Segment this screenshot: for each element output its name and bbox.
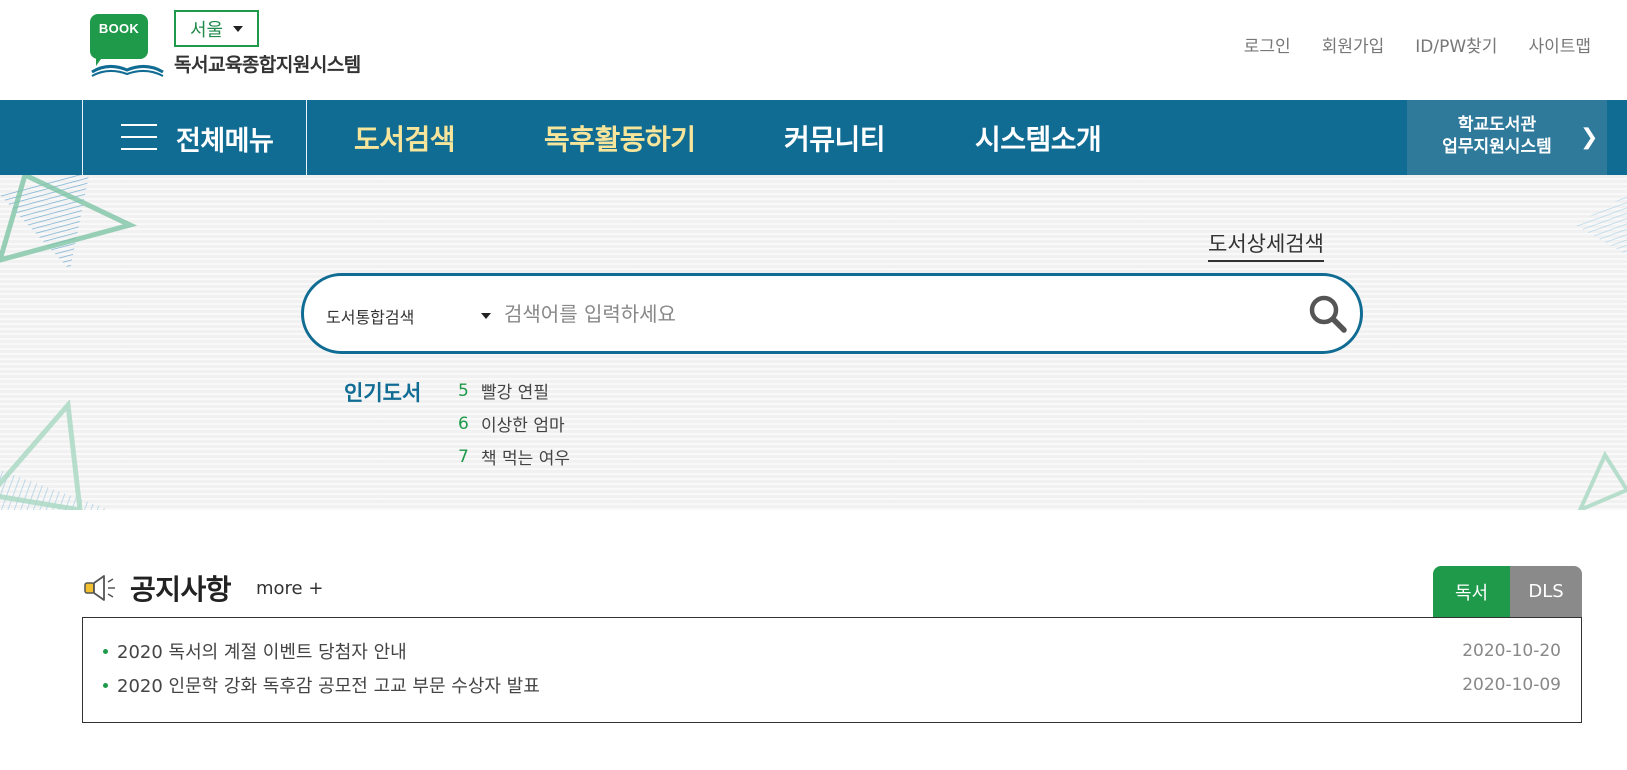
search-input[interactable]	[504, 294, 1244, 334]
notice-item[interactable]: 2020 인문학 강화 독후감 공모전 고교 부문 수상자 발표 2020-10…	[103, 670, 1561, 700]
notice-item[interactable]: 2020 독서의 계절 이벤트 당첨자 안내 2020-10-20	[103, 636, 1561, 666]
notice-item-title: 2020 독서의 계절 이벤트 당첨자 안내	[103, 638, 407, 664]
school-btn-line1: 학교도서관	[1457, 115, 1537, 135]
book-title: 책 먹는 여우	[481, 449, 571, 469]
region-select[interactable]: 서울	[174, 10, 259, 47]
search-section: 도서상세검색 도서통합검색 인기도서 5 빨강 연필 6 이상한 엄마 7 책 …	[0, 175, 1627, 510]
notice-item-date: 2020-10-09	[1462, 675, 1561, 695]
decor-triangle-top-right	[1575, 195, 1627, 255]
notice-item-title: 2020 인문학 강화 독후감 공모전 고교 부문 수상자 발표	[103, 672, 540, 698]
site-title: 독서교육종합지원시스템	[174, 54, 361, 76]
logo-text: BOOK	[98, 21, 140, 36]
megaphone-icon	[84, 575, 115, 601]
notice-more-link[interactable]: more +	[256, 578, 323, 599]
school-library-system-button[interactable]: 학교도서관 업무지원시스템 ❯	[1407, 100, 1607, 175]
popular-heading-text: 인기도서	[344, 381, 422, 405]
search-bar: 도서통합검색	[301, 273, 1363, 354]
notice-list: 2020 독서의 계절 이벤트 당첨자 안내 2020-10-20 2020 인…	[82, 617, 1582, 723]
notice-heading: 공지사항	[84, 568, 232, 608]
bullet-icon	[103, 648, 108, 654]
signup-link[interactable]: 회원가입	[1322, 32, 1385, 57]
region-label: 서울	[189, 19, 224, 41]
decor-triangle-top-left	[0, 175, 138, 270]
book-title: 이상한 엄마	[481, 416, 565, 436]
school-library-system-label: 학교도서관 업무지원시스템	[1407, 114, 1587, 158]
decor-triangle-bottom-left	[0, 400, 110, 510]
popular-book-item[interactable]: 7 책 먹는 여우	[458, 440, 570, 473]
all-menu-label: 전체메뉴	[176, 126, 274, 157]
nav-item-system-intro[interactable]: 시스템소개	[975, 118, 1102, 158]
utility-links: 로그인 회원가입 ID/PW찾기 사이트맵	[1244, 32, 1591, 57]
sitemap-link[interactable]: 사이트맵	[1528, 32, 1591, 57]
bullet-icon	[103, 682, 108, 688]
notice-item-text: 2020 인문학 강화 독후감 공모전 고교 부문 수상자 발표	[117, 676, 540, 697]
tab-reading[interactable]: 독서	[1433, 566, 1510, 617]
decor-triangle-bottom-right	[1577, 450, 1627, 510]
notice-title: 공지사항	[130, 573, 232, 606]
popular-book-item[interactable]: 6 이상한 엄마	[458, 407, 570, 440]
school-btn-line2: 업무지원시스템	[1442, 137, 1552, 157]
login-link[interactable]: 로그인	[1244, 32, 1291, 57]
popular-books-list: 5 빨강 연필 6 이상한 엄마 7 책 먹는 여우	[458, 374, 570, 473]
search-type-select[interactable]: 도서통합검색	[326, 303, 491, 329]
popular-book-item[interactable]: 5 빨강 연필	[458, 374, 570, 407]
caret-down-icon	[233, 25, 244, 32]
detailed-search-link[interactable]: 도서상세검색	[1208, 228, 1324, 262]
rank-number: 7	[458, 446, 469, 467]
notice-item-text: 2020 독서의 계절 이벤트 당첨자 안내	[117, 642, 407, 663]
search-type-value: 도서통합검색	[326, 308, 415, 327]
popular-books-heading: 인기도서	[344, 377, 421, 407]
tab-dls[interactable]: DLS	[1510, 566, 1582, 617]
main-nav: 전체메뉴 도서검색 독후활동하기 커뮤니티 시스템소개 학교도서관 업무지원시스…	[0, 100, 1627, 175]
open-book-icon	[91, 65, 164, 77]
all-menu-button[interactable]: 전체메뉴	[82, 100, 307, 175]
search-icon[interactable]	[1306, 292, 1350, 336]
book-title: 빨강 연필	[481, 383, 549, 403]
caret-down-icon	[481, 313, 491, 319]
find-id-pw-link[interactable]: ID/PW찾기	[1415, 32, 1497, 57]
nav-item-reading-activity[interactable]: 독후활동하기	[544, 118, 696, 158]
rank-number: 6	[458, 413, 469, 434]
site-logo[interactable]: BOOK	[90, 14, 165, 77]
nav-item-book-search[interactable]: 도서검색	[354, 118, 456, 158]
hamburger-icon	[121, 124, 157, 150]
notice-item-date: 2020-10-20	[1462, 641, 1561, 661]
nav-item-community[interactable]: 커뮤니티	[784, 118, 886, 158]
rank-number: 5	[458, 380, 469, 401]
chevron-right-icon: ❯	[1580, 125, 1599, 150]
